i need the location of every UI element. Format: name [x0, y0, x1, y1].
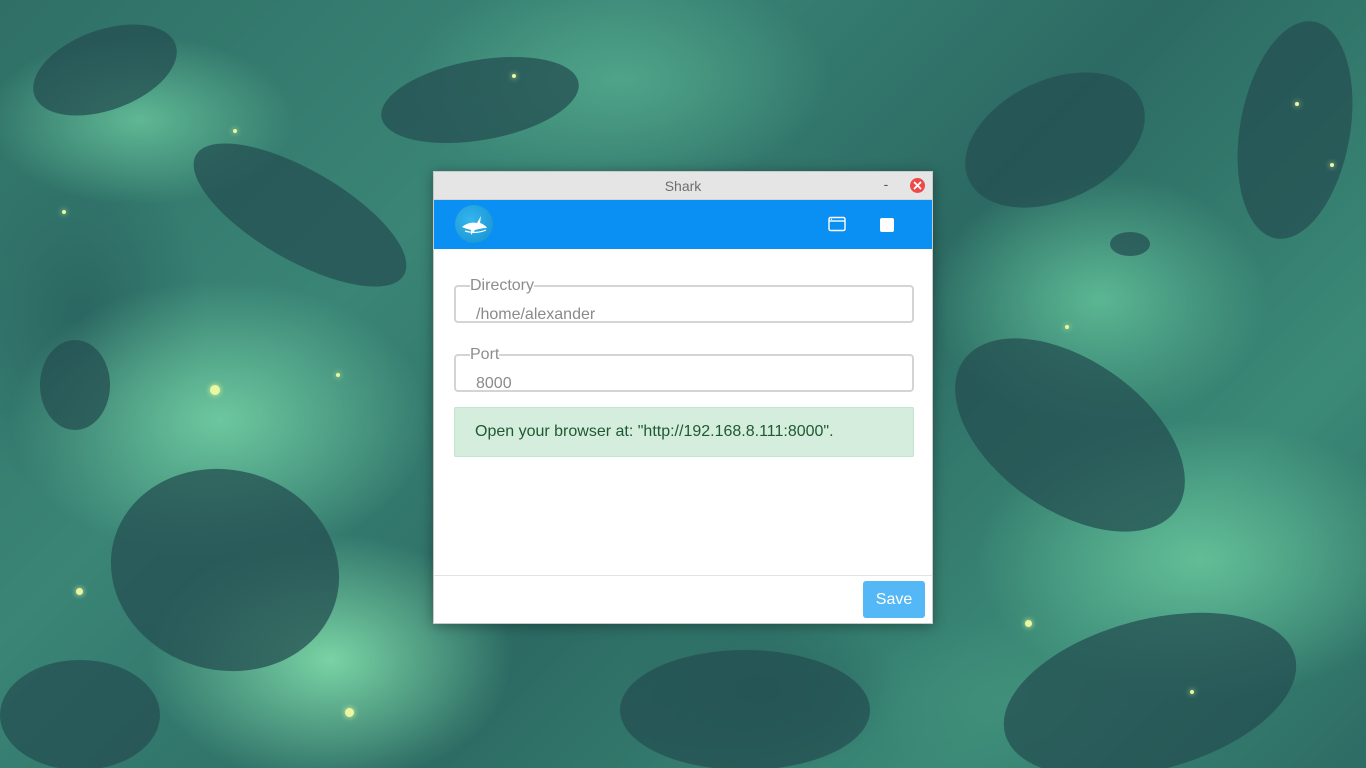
- wallpaper-sparkle: [210, 385, 220, 395]
- wallpaper-sparkle: [336, 373, 340, 377]
- close-icon: [913, 181, 922, 190]
- wallpaper-sparkle: [62, 210, 66, 214]
- wallpaper-shape: [20, 6, 190, 134]
- wallpaper-sparkle: [76, 588, 83, 595]
- wallpaper-sparkle: [1295, 102, 1299, 106]
- wallpaper-shape: [173, 116, 427, 314]
- server-status-alert: Open your browser at: "http://192.168.8.…: [454, 407, 914, 457]
- wallpaper-shape: [985, 583, 1315, 768]
- directory-value[interactable]: /home/alexander: [476, 306, 595, 324]
- wallpaper-shape: [40, 340, 110, 430]
- wallpaper-shape: [1110, 232, 1150, 256]
- desktop-wallpaper: Shark - Directory /home/alexander Port 8…: [0, 0, 1366, 768]
- wallpaper-shape: [943, 45, 1167, 235]
- settings-form: Directory /home/alexander Port 8000 Open…: [434, 249, 932, 577]
- minimize-button[interactable]: -: [878, 175, 894, 193]
- window-title: Shark: [664, 178, 702, 194]
- save-button[interactable]: Save: [863, 581, 925, 618]
- stop-server-button[interactable]: [880, 218, 894, 232]
- port-label: Port: [470, 346, 500, 363]
- port-value[interactable]: 8000: [476, 375, 512, 393]
- wallpaper-shape: [88, 443, 362, 697]
- shark-logo-icon: [455, 205, 493, 243]
- wallpaper-sparkle: [1330, 163, 1334, 167]
- open-browser-button[interactable]: [828, 216, 846, 232]
- wallpaper-shape: [0, 660, 160, 768]
- window-footer: Save: [434, 575, 932, 623]
- browser-window-icon: [828, 216, 846, 232]
- wallpaper-sparkle: [1065, 325, 1069, 329]
- wallpaper-sparkle: [512, 74, 516, 78]
- wallpaper-shape: [374, 43, 586, 157]
- app-window: Shark - Directory /home/alexander Port 8…: [433, 171, 933, 624]
- directory-field[interactable]: Directory /home/alexander: [454, 277, 914, 324]
- wallpaper-sparkle: [1025, 620, 1032, 627]
- directory-label: Directory: [470, 277, 535, 294]
- wallpaper-sparkle: [345, 708, 354, 717]
- wallpaper-sparkle: [233, 129, 237, 133]
- close-button[interactable]: [910, 178, 925, 193]
- wallpaper-shape: [620, 650, 870, 768]
- wallpaper-shape: [920, 298, 1220, 572]
- minimize-icon: -: [883, 176, 889, 192]
- port-field[interactable]: Port 8000: [454, 346, 914, 393]
- shark-icon: [462, 216, 487, 235]
- wallpaper-sparkle: [1190, 690, 1194, 694]
- server-status-message: Open your browser at: "http://192.168.8.…: [475, 423, 834, 440]
- app-header: [434, 200, 932, 249]
- wallpaper-shape: [1221, 12, 1366, 248]
- window-titlebar[interactable]: Shark -: [434, 172, 932, 200]
